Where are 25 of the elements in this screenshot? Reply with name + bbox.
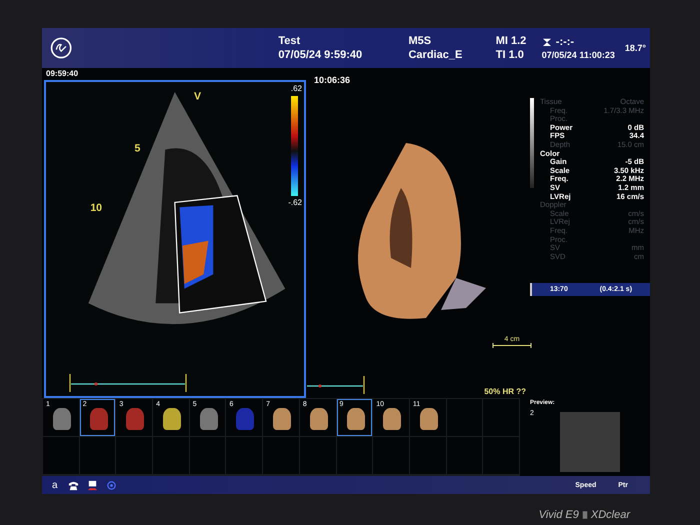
hourglass-icon bbox=[542, 38, 552, 46]
model-name: Vivid E9 bbox=[538, 509, 579, 521]
model-suffix: XDclear bbox=[590, 509, 630, 521]
scale-max-label: .62 bbox=[290, 84, 302, 93]
phone-icon[interactable] bbox=[68, 480, 79, 490]
timer: -:-:- bbox=[556, 34, 574, 48]
probe-name: M5S bbox=[408, 34, 432, 48]
preset-name: Cardiac_E bbox=[408, 48, 464, 62]
heart-rate-note: 50% HR ?? bbox=[484, 387, 526, 396]
volume-timestamp: 10:06:36 bbox=[313, 74, 352, 86]
ecg-trace-icon bbox=[306, 374, 366, 394]
scale-min-label: -.62 bbox=[288, 198, 302, 207]
current-datetime: 07/05/24 11:00:23 bbox=[542, 48, 615, 62]
mechanical-index: MI 1.2 bbox=[496, 34, 528, 48]
monitor-user-icon[interactable] bbox=[86, 480, 98, 490]
circle-icon[interactable] bbox=[106, 480, 117, 490]
probe-temperature: 18.7° bbox=[624, 43, 646, 53]
thermal-index: TI 1.0 bbox=[496, 48, 525, 62]
image-timestamp: 09:59:40 bbox=[45, 68, 80, 80]
ecg-trace-icon bbox=[68, 372, 188, 392]
patient-name: Test bbox=[278, 34, 302, 48]
preview-image-placeholder bbox=[560, 412, 620, 472]
exam-datetime: 07/05/24 9:59:40 bbox=[278, 48, 364, 62]
keyboard-button[interactable]: a bbox=[50, 480, 60, 490]
scale-bar-icon bbox=[492, 343, 532, 348]
